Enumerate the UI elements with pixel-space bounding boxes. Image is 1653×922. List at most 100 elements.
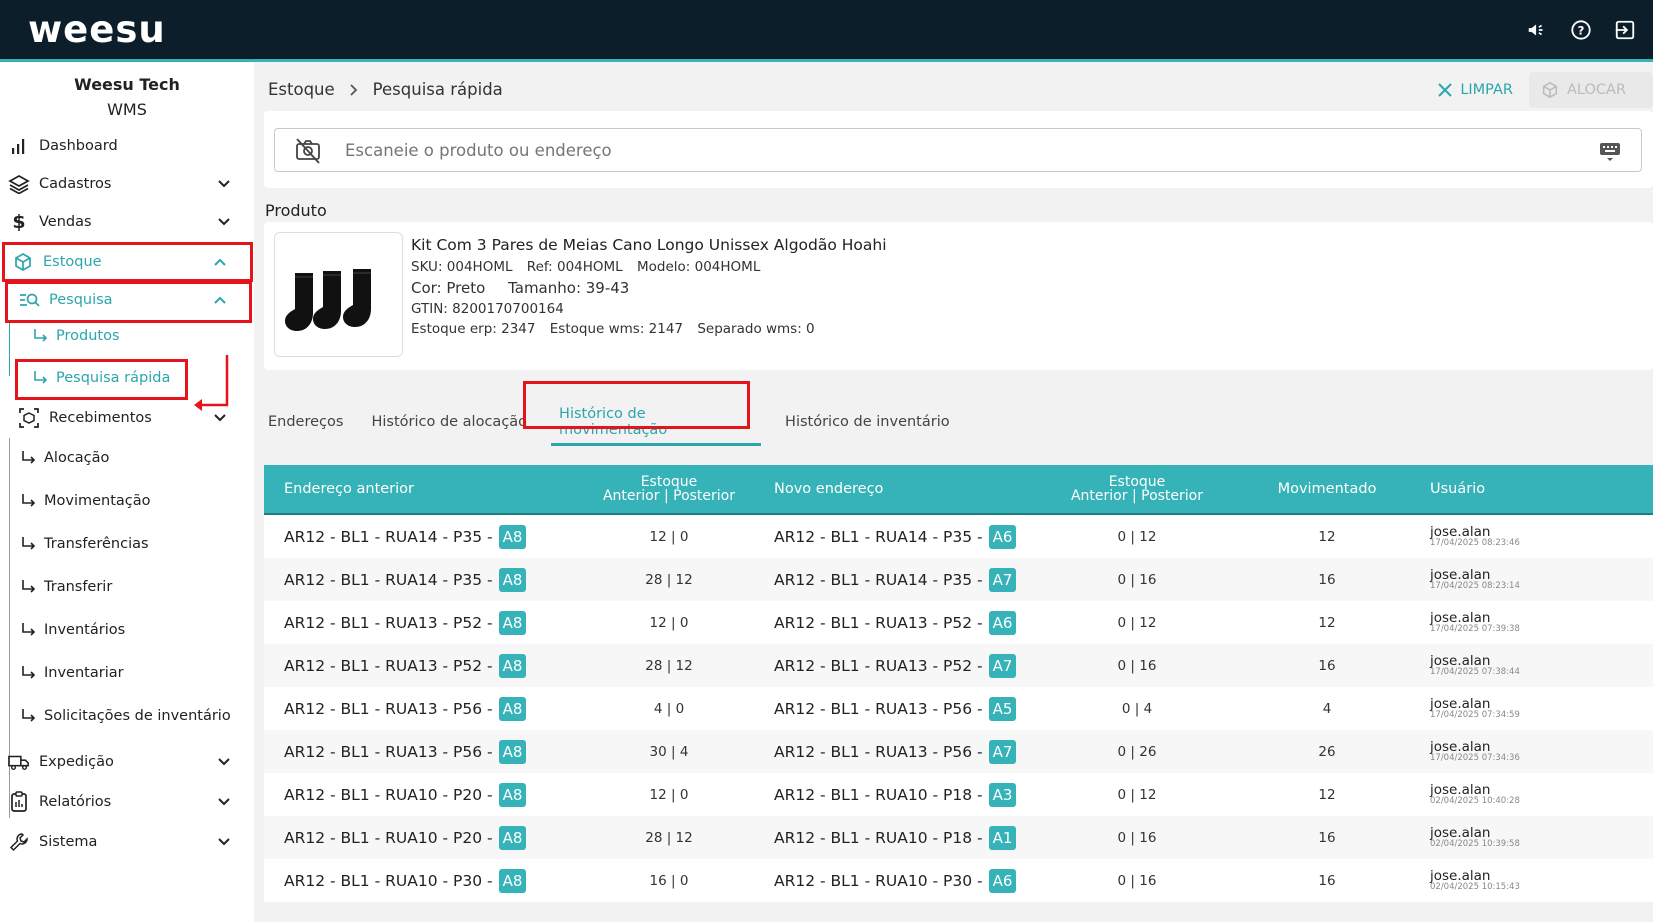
sidebar-item-transferir[interactable]: Transferir	[0, 567, 254, 607]
sidebar-item-label: Transferências	[44, 536, 149, 552]
user-cell: jose.alan 02/04/2025 10:15:43	[1410, 869, 1653, 892]
user-timestamp: 17/04/2025 07:34:36	[1430, 752, 1520, 763]
prev-level-badge: A8	[498, 610, 527, 635]
prev-address-cell: AR12 - BL1 - RUA14 - P35 - A8	[264, 524, 584, 549]
new-address: AR12 - BL1 - RUA13 - P52 -	[774, 656, 983, 675]
user-cell: jose.alan 17/04/2025 08:23:46	[1410, 525, 1653, 548]
new-address-cell: AR12 - BL1 - RUA13 - P56 - A5	[754, 696, 1030, 721]
sidebar-item-label: Produtos	[56, 328, 120, 344]
sub-arrow-icon	[22, 666, 36, 679]
header-stock-sub: Anterior | Posterior	[1070, 488, 1203, 504]
allocate-button-label: ALOCAR	[1567, 82, 1627, 98]
breadcrumb: Estoque Pesquisa rápida	[268, 80, 503, 99]
highlight-tab	[523, 381, 750, 429]
annotation-arrow	[194, 355, 229, 411]
sub-arrow-icon	[22, 709, 36, 722]
sub-arrow-icon	[22, 580, 36, 593]
dollar-icon: $	[12, 211, 26, 233]
prev-address-cell: AR12 - BL1 - RUA13 - P56 - A8	[264, 739, 584, 764]
chevron-down-icon	[218, 798, 230, 806]
header-prev-address: Endereço anterior	[284, 481, 414, 497]
user-timestamp: 17/04/2025 07:34:59	[1430, 709, 1520, 720]
org-name: Weesu Tech	[74, 75, 180, 94]
clear-button[interactable]: LIMPAR	[1432, 72, 1519, 108]
table-row[interactable]: AR12 - BL1 - RUA14 - P35 - A8 28 | 12 AR12 …	[264, 558, 1653, 601]
sidebar-item-label: Alocação	[44, 450, 110, 466]
header-stock-sub: Anterior | Posterior	[602, 488, 735, 504]
sidebar-item-label: Sistema	[39, 834, 98, 850]
sidebar-item-relatorios[interactable]: Relatórios	[0, 782, 254, 822]
sidebar-item-label: Movimentação	[44, 493, 151, 509]
sidebar-item-inventariar[interactable]: Inventariar	[0, 653, 254, 693]
user-name: jose.alan	[1430, 824, 1491, 841]
product-size: Tamanho: 39-43	[508, 279, 630, 297]
new-stock-cell: 0 | 16	[1117, 872, 1157, 889]
table-row[interactable]: AR12 - BL1 - RUA13 - P56 - A8 4 | 0 AR12 - …	[264, 687, 1653, 730]
megaphone-icon[interactable]	[1523, 16, 1551, 44]
table-row[interactable]: AR12 - BL1 - RUA13 - P52 - A8 28 | 12 AR12 …	[264, 644, 1653, 687]
movement-history-table: Endereço anterior Estoque Anterior | Pos…	[264, 465, 1653, 902]
new-stock-cell: 0 | 16	[1117, 657, 1157, 674]
product-stock-wms: Estoque wms: 2147	[549, 321, 684, 337]
product-gtin: GTIN: 8200170700164	[411, 301, 564, 317]
prev-stock-cell: 28 | 12	[645, 571, 693, 588]
new-address: AR12 - BL1 - RUA13 - P56 -	[774, 699, 983, 718]
breadcrumb-estoque[interactable]: Estoque	[268, 80, 335, 99]
org-subtitle: WMS	[107, 100, 147, 119]
camera-off-icon[interactable]	[293, 135, 323, 165]
table-row[interactable]: AR12 - BL1 - RUA10 - P20 - A8 28 | 12 AR12 …	[264, 816, 1653, 859]
allocate-button[interactable]: ALOCAR	[1529, 72, 1653, 108]
tab-enderecos[interactable]: Endereços	[254, 392, 357, 452]
app-logo[interactable]: weesu	[28, 8, 166, 51]
prev-level-badge: A8	[498, 825, 527, 850]
sidebar-item-label: Cadastros	[39, 176, 112, 192]
sidebar-item-movimentacao[interactable]: Movimentação	[0, 481, 254, 521]
sidebar-item-alocacao[interactable]: Alocação	[0, 438, 254, 478]
sidebar-item-solicitacoes[interactable]: Solicitações de inventário	[0, 696, 254, 736]
user-timestamp: 02/04/2025 10:15:43	[1430, 881, 1520, 892]
prev-address: AR12 - BL1 - RUA13 - P52 -	[284, 613, 493, 632]
sidebar-item-label: Recebimentos	[49, 410, 152, 426]
wrench-icon	[8, 831, 30, 853]
user-name: jose.alan	[1430, 781, 1491, 798]
sidebar-item-dashboard[interactable]: Dashboard	[0, 126, 254, 166]
table-row[interactable]: AR12 - BL1 - RUA13 - P56 - A8 30 | 4 AR12 -…	[264, 730, 1653, 773]
prev-stock-cell: 28 | 12	[645, 829, 693, 846]
sidebar-item-inventarios[interactable]: Inventários	[0, 610, 254, 650]
new-level-badge: A7	[988, 739, 1017, 764]
moved-cell: 16	[1318, 872, 1336, 889]
table-row[interactable]: AR12 - BL1 - RUA10 - P20 - A8 12 | 0 AR12 -…	[264, 773, 1653, 816]
new-address-cell: AR12 - BL1 - RUA13 - P52 - A6	[754, 610, 1030, 635]
prev-stock-cell: 4 | 0	[653, 700, 685, 717]
table-row[interactable]: AR12 - BL1 - RUA10 - P30 - A8 16 | 0 AR12 -…	[264, 859, 1653, 902]
sidebar: Weesu Tech WMS Dashboard Cadastros $ Ven…	[0, 62, 254, 922]
sidebar-item-expedicao[interactable]: Expedição	[0, 742, 254, 782]
prev-level-badge: A8	[498, 868, 527, 893]
help-icon[interactable]: ?	[1567, 16, 1595, 44]
table-row[interactable]: AR12 - BL1 - RUA14 - P35 - A8 12 | 0 AR12 -…	[264, 515, 1653, 558]
sub-arrow-icon	[22, 623, 36, 636]
chevron-down-icon	[218, 218, 230, 226]
user-timestamp: 17/04/2025 08:23:14	[1430, 580, 1520, 591]
prev-address: AR12 - BL1 - RUA13 - P52 -	[284, 656, 493, 675]
product-model: Modelo: 004HOML	[637, 259, 761, 275]
prev-address: AR12 - BL1 - RUA10 - P30 -	[284, 871, 493, 890]
logout-icon[interactable]	[1611, 16, 1639, 44]
sidebar-item-transferencias[interactable]: Transferências	[0, 524, 254, 564]
sub-arrow-icon	[22, 537, 36, 550]
new-address: AR12 - BL1 - RUA10 - P18 -	[774, 828, 983, 847]
sidebar-item-sistema[interactable]: Sistema	[0, 822, 254, 862]
sidebar-item-cadastros[interactable]: Cadastros	[0, 164, 254, 204]
sub-arrow-icon	[22, 451, 36, 464]
table-row[interactable]: AR12 - BL1 - RUA13 - P52 - A8 12 | 0 AR12 -…	[264, 601, 1653, 644]
sidebar-item-vendas[interactable]: $ Vendas	[0, 202, 254, 242]
prev-address: AR12 - BL1 - RUA13 - P56 -	[284, 742, 493, 761]
search-box[interactable]	[274, 128, 1642, 172]
search-input[interactable]	[345, 140, 1545, 160]
new-stock-cell: 0 | 12	[1117, 528, 1157, 545]
tab-historico-alocacao[interactable]: Histórico de alocação	[357, 392, 541, 452]
new-stock-cell: 0 | 12	[1117, 786, 1157, 803]
breadcrumb-current: Pesquisa rápida	[372, 80, 503, 99]
tab-historico-inventario[interactable]: Histórico de inventário	[771, 392, 964, 452]
keyboard-icon[interactable]	[1599, 140, 1621, 162]
